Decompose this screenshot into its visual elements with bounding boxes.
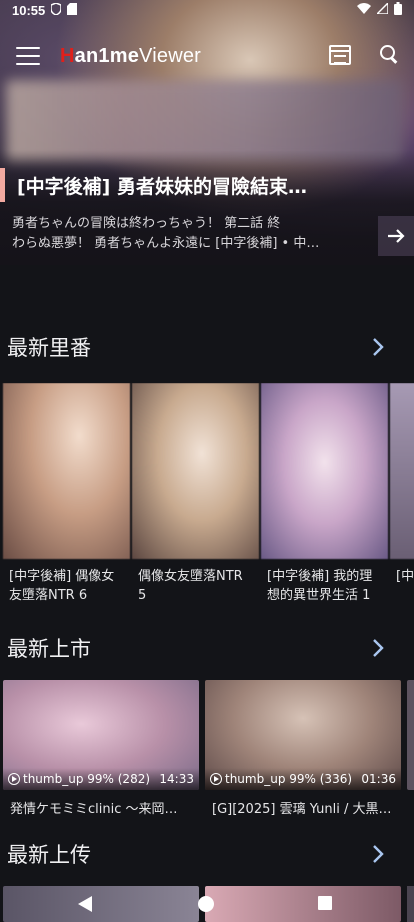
home-icon[interactable] xyxy=(198,896,214,912)
section-title: 最新上市 xyxy=(7,637,91,661)
battery-icon xyxy=(394,2,402,18)
recents-icon[interactable] xyxy=(318,896,332,910)
hero-open-button[interactable] xyxy=(378,216,414,256)
list-item[interactable]: [中字後補] 偶像女友墮落NTR 6 xyxy=(3,383,130,607)
poster-image xyxy=(261,383,388,559)
sd-card-icon xyxy=(67,2,78,18)
shield-icon xyxy=(50,1,62,18)
signal-icon xyxy=(375,1,389,17)
section-latest-hentai-header[interactable]: 最新里番 xyxy=(0,331,414,363)
poster-image xyxy=(390,383,414,559)
status-time: 10:55 xyxy=(12,2,46,18)
list-item[interactable]: 偶像女友墮落NTR 5 xyxy=(132,383,259,607)
video-likes: thumb_up 99% (336) xyxy=(225,772,353,786)
play-circle-icon xyxy=(8,773,20,785)
video-caption: [G][2025] 雲璃 Yunli / 大黒… xyxy=(212,802,392,817)
list-item[interactable]: [中字後補] 落X… xyxy=(390,383,414,607)
back-icon[interactable] xyxy=(78,896,92,912)
section-title: 最新上传 xyxy=(7,843,91,867)
hero-desc-line-1: 勇者ちゃんの冒険は終わっちゃう！ 第二話 終 xyxy=(12,216,281,231)
video-thumbnail: thumb_up 99% (336) 01:36 xyxy=(205,680,401,790)
status-bar: 10:55 xyxy=(0,0,414,20)
poster-caption: [中字後補] 我的理想的異世界生活 1 xyxy=(267,569,373,603)
play-circle-icon xyxy=(210,773,222,785)
poster-image xyxy=(132,383,259,559)
arrow-right-icon xyxy=(388,229,405,243)
section-title: 最新里番 xyxy=(7,336,91,360)
calendar-icon[interactable] xyxy=(329,45,351,65)
video-card[interactable]: thumb_up 99% (282) 14:33 発情ケモミミclinic 〜来… xyxy=(3,680,199,817)
list-item[interactable]: [中字後補] 我的理想的異世界生活 1 xyxy=(261,383,388,607)
poster-caption: [中字後補] 偶像女友墮落NTR 6 xyxy=(9,569,115,603)
chevron-right-icon[interactable] xyxy=(366,636,390,660)
video-card[interactable] xyxy=(407,680,414,790)
video-thumbnail xyxy=(407,680,414,790)
hero-title-accent xyxy=(0,168,5,202)
system-nav-bar xyxy=(0,890,414,922)
video-likes: thumb_up 99% (282) xyxy=(23,772,151,786)
hero-desc-line-2: わらぬ悪夢！ 勇者ちゃんよ永遠に [中字後補] • 中… xyxy=(12,236,320,251)
latest-release-row[interactable]: thumb_up 99% (282) 14:33 発情ケモミミclinic 〜来… xyxy=(0,680,414,820)
video-caption: 発情ケモミミclinic 〜来岡… xyxy=(10,802,178,817)
hero-title-row[interactable]: [中字後補] 勇者妹妹的冒險結束… xyxy=(0,168,414,202)
poster-caption: [中字後補] 落X… xyxy=(396,569,414,584)
video-thumbnail: thumb_up 99% (282) 14:33 xyxy=(3,680,199,790)
video-card[interactable]: thumb_up 99% (336) 01:36 [G][2025] 雲璃 Yu… xyxy=(205,680,401,817)
video-duration: 14:33 xyxy=(159,772,194,786)
video-duration: 01:36 xyxy=(361,772,396,786)
hero-title: [中字後補] 勇者妹妹的冒險結束… xyxy=(17,175,307,198)
app-logo: Han1meViewer xyxy=(60,44,202,67)
chevron-right-icon[interactable] xyxy=(366,335,390,359)
video-meta: thumb_up 99% (282) 14:33 xyxy=(3,768,199,790)
section-latest-upload-header[interactable]: 最新上传 xyxy=(0,838,414,870)
section-latest-release-header[interactable]: 最新上市 xyxy=(0,632,414,664)
wifi-icon xyxy=(357,3,371,17)
poster-caption: 偶像女友墮落NTR 5 xyxy=(138,569,243,603)
poster-image xyxy=(3,383,130,559)
app-bar: Han1meViewer xyxy=(0,36,414,76)
search-icon[interactable] xyxy=(379,44,401,66)
hero-description: 勇者ちゃんの冒険は終わっちゃう！ 第二話 終 わらぬ悪夢！ 勇者ちゃんよ永遠に … xyxy=(12,214,352,254)
video-meta: thumb_up 99% (336) 01:36 xyxy=(205,768,401,790)
menu-icon[interactable] xyxy=(16,47,40,65)
latest-hentai-row[interactable]: [中字後補] 偶像女友墮落NTR 6 偶像女友墮落NTR 5 [中字後補] 我的… xyxy=(0,383,414,608)
chevron-right-icon[interactable] xyxy=(366,842,390,866)
